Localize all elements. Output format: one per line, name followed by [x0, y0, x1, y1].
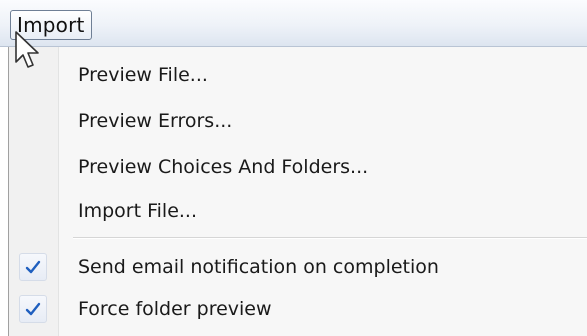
menu-item-label: Preview Errors...: [78, 110, 233, 132]
menu-item-preview-choices-and-folders[interactable]: Preview Choices And Folders...: [9, 149, 587, 185]
menu-item-label: Force folder preview: [78, 298, 272, 320]
menu-item-preview-file[interactable]: Preview File...: [9, 57, 587, 93]
checkmark-icon: [19, 295, 47, 323]
checkmark-icon: [19, 253, 47, 281]
menu-item-send-email-notification[interactable]: Send email notification on completion: [9, 249, 587, 285]
application-window: Import Preview File... Preview Errors...…: [0, 0, 587, 336]
menu-item-label: Send email notification on completion: [78, 256, 439, 278]
menu-bar: Import: [0, 0, 587, 47]
menu-item-label: Import File...: [78, 200, 198, 222]
import-dropdown-menu: Preview File... Preview Errors... Previe…: [8, 47, 587, 336]
arrow-cursor-icon: [15, 31, 39, 68]
menu-separator: [73, 237, 587, 239]
menu-item-force-folder-preview[interactable]: Force folder preview: [9, 291, 587, 327]
menu-item-label: Preview File...: [78, 64, 208, 86]
menu-item-import-file[interactable]: Import File...: [9, 193, 587, 229]
menu-item-preview-errors[interactable]: Preview Errors...: [9, 103, 587, 139]
menu-item-label: Preview Choices And Folders...: [78, 156, 369, 178]
